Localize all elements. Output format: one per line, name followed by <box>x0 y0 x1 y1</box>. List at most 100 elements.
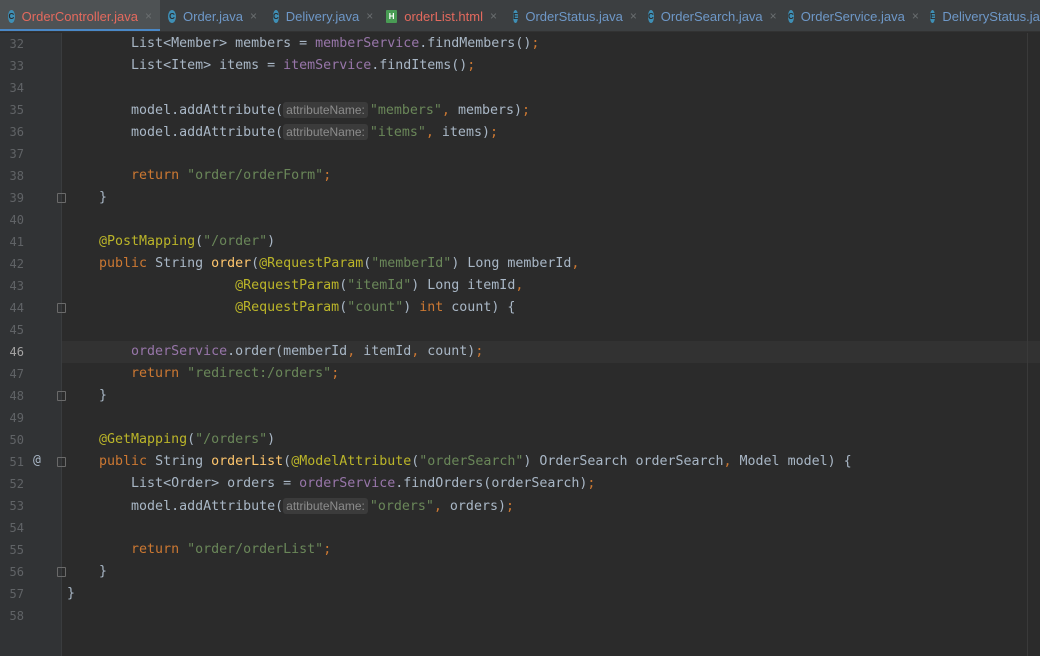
code-text: public String order(@RequestParam("membe… <box>67 253 579 275</box>
code-line[interactable]: public String orderList(@ModelAttribute(… <box>62 451 1040 473</box>
code-line[interactable]: return "redirect:/orders"; <box>62 363 1040 385</box>
code-line[interactable]: return "order/orderForm"; <box>62 165 1040 187</box>
code-token: .order(memberId <box>227 344 348 359</box>
code-token: @RequestParam <box>259 256 364 271</box>
line-number: 47 <box>9 367 24 381</box>
code-token: "/orders" <box>195 432 268 447</box>
code-text: List<Order> orders = orderService.findOr… <box>67 473 595 495</box>
line-number: 40 <box>9 213 24 227</box>
code-line[interactable]: @RequestParam("itemId") Long itemId, <box>62 275 1040 297</box>
code-token: .findItems() <box>371 58 468 73</box>
code-line[interactable] <box>62 77 1040 99</box>
code-line[interactable]: } <box>62 187 1040 209</box>
line-number: 48 <box>9 389 24 403</box>
request-mapping-gutter-icon[interactable]: @ <box>33 453 41 468</box>
code-token: List<Item> items = <box>67 58 284 73</box>
close-icon[interactable]: × <box>912 9 919 23</box>
code-token: @RequestParam <box>67 300 340 315</box>
code-token: "memberId" <box>371 256 452 271</box>
code-line[interactable]: } <box>62 385 1040 407</box>
code-token: ; <box>331 366 340 381</box>
code-token: , <box>515 278 524 293</box>
code-line[interactable] <box>62 517 1040 539</box>
code-line[interactable]: model.addAttribute(attributeName: "member… <box>62 99 1040 121</box>
tab-orderlist-html[interactable]: HorderList.html × <box>378 0 505 31</box>
right-margin-guide <box>1027 33 1028 656</box>
code-line[interactable] <box>62 209 1040 231</box>
code-line[interactable] <box>62 143 1040 165</box>
code-line[interactable]: model.addAttribute(attributeName: "items"… <box>62 121 1040 143</box>
parameter-hint: attributeName: <box>283 102 368 118</box>
tab-label: OrderStatus.java <box>525 8 623 24</box>
code-token: @PostMapping <box>67 234 196 249</box>
code-token: ( <box>339 278 348 293</box>
code-token: orderList <box>211 454 284 469</box>
code-line[interactable]: List<Order> orders = orderService.findOr… <box>62 473 1040 495</box>
class-icon: C <box>8 9 15 23</box>
code-line[interactable]: model.addAttribute(attributeName: "orders… <box>62 495 1040 517</box>
line-number: 36 <box>9 125 24 139</box>
code-text: } <box>67 561 107 583</box>
code-token: "/order" <box>203 234 268 249</box>
code-token: @RequestParam <box>67 278 340 293</box>
code-token: members) <box>457 103 522 118</box>
line-number: 32 <box>9 37 24 51</box>
code-editor[interactable]: List<Member> members = memberService.fin… <box>62 33 1040 656</box>
code-line[interactable] <box>62 407 1040 429</box>
tab-delivery-java[interactable]: C Delivery.java × <box>265 0 378 31</box>
close-icon[interactable]: × <box>366 9 373 23</box>
code-line[interactable]: orderService.order(memberId, itemId, cou… <box>62 341 1040 363</box>
code-text: List<Item> items = itemService.findItems… <box>67 55 475 77</box>
code-line[interactable] <box>62 605 1040 627</box>
code-token: ( <box>195 234 204 249</box>
close-icon[interactable]: × <box>145 9 152 23</box>
code-line[interactable]: public String order(@RequestParam("membe… <box>62 253 1040 275</box>
tab-order-java[interactable]: C Order.java × <box>160 0 265 31</box>
code-token: memberService <box>315 36 420 51</box>
tab-orderservice-java[interactable]: C OrderService.java × <box>780 0 922 31</box>
close-icon[interactable]: × <box>630 9 637 23</box>
code-line[interactable]: } <box>62 583 1040 605</box>
code-token: itemId <box>363 344 412 359</box>
code-token: "itemId" <box>347 278 412 293</box>
code-text: List<Member> members = memberService.fin… <box>67 33 539 55</box>
code-token: } <box>67 388 108 403</box>
tab-label: OrderSearch.java <box>660 8 763 24</box>
code-token: model.addAttribute( <box>67 125 284 140</box>
code-line[interactable]: @PostMapping("/order") <box>62 231 1040 253</box>
code-token: ; <box>323 542 332 557</box>
code-line[interactable]: @GetMapping("/orders") <box>62 429 1040 451</box>
code-text: } <box>67 385 107 407</box>
close-icon[interactable]: × <box>490 9 497 23</box>
code-token: model.addAttribute( <box>67 103 284 118</box>
code-line[interactable]: return "order/orderList"; <box>62 539 1040 561</box>
tab-orderstatus-java[interactable]: E OrderStatus.java × <box>505 0 640 31</box>
code-text: } <box>67 187 107 209</box>
line-number: 44 <box>9 301 24 315</box>
code-line[interactable]: } <box>62 561 1040 583</box>
enum-icon: E <box>930 9 936 23</box>
code-token: count) <box>427 344 476 359</box>
code-text: model.addAttribute(attributeName: "orders… <box>67 495 514 518</box>
code-line[interactable]: List<Member> members = memberService.fin… <box>62 33 1040 55</box>
tab-ordercontroller-java[interactable]: C OrderController.java × <box>0 0 160 31</box>
code-token: ( <box>283 454 292 469</box>
code-token: ) Long itemId <box>411 278 516 293</box>
code-line[interactable]: @RequestParam("count") int count) { <box>62 297 1040 319</box>
code-line[interactable] <box>62 319 1040 341</box>
tab-ordersearch-java[interactable]: C OrderSearch.java × <box>640 0 780 31</box>
code-line[interactable]: List<Item> items = itemService.findItems… <box>62 55 1040 77</box>
close-icon[interactable]: × <box>250 9 257 23</box>
line-number: 53 <box>9 499 24 513</box>
tab-label: OrderController.java <box>21 8 138 24</box>
tab-label: Order.java <box>183 8 243 24</box>
code-token: return <box>67 542 188 557</box>
tab-deliverystatus-java[interactable]: EDeliveryStatus.java× <box>922 0 1040 31</box>
code-token: String <box>155 256 212 271</box>
code-token: count) { <box>451 300 516 315</box>
line-number: 57 <box>9 587 24 601</box>
code-text: return "redirect:/orders"; <box>67 363 339 385</box>
code-token: ; <box>505 499 514 514</box>
close-icon[interactable]: × <box>770 9 777 23</box>
class-icon: C <box>168 9 176 23</box>
